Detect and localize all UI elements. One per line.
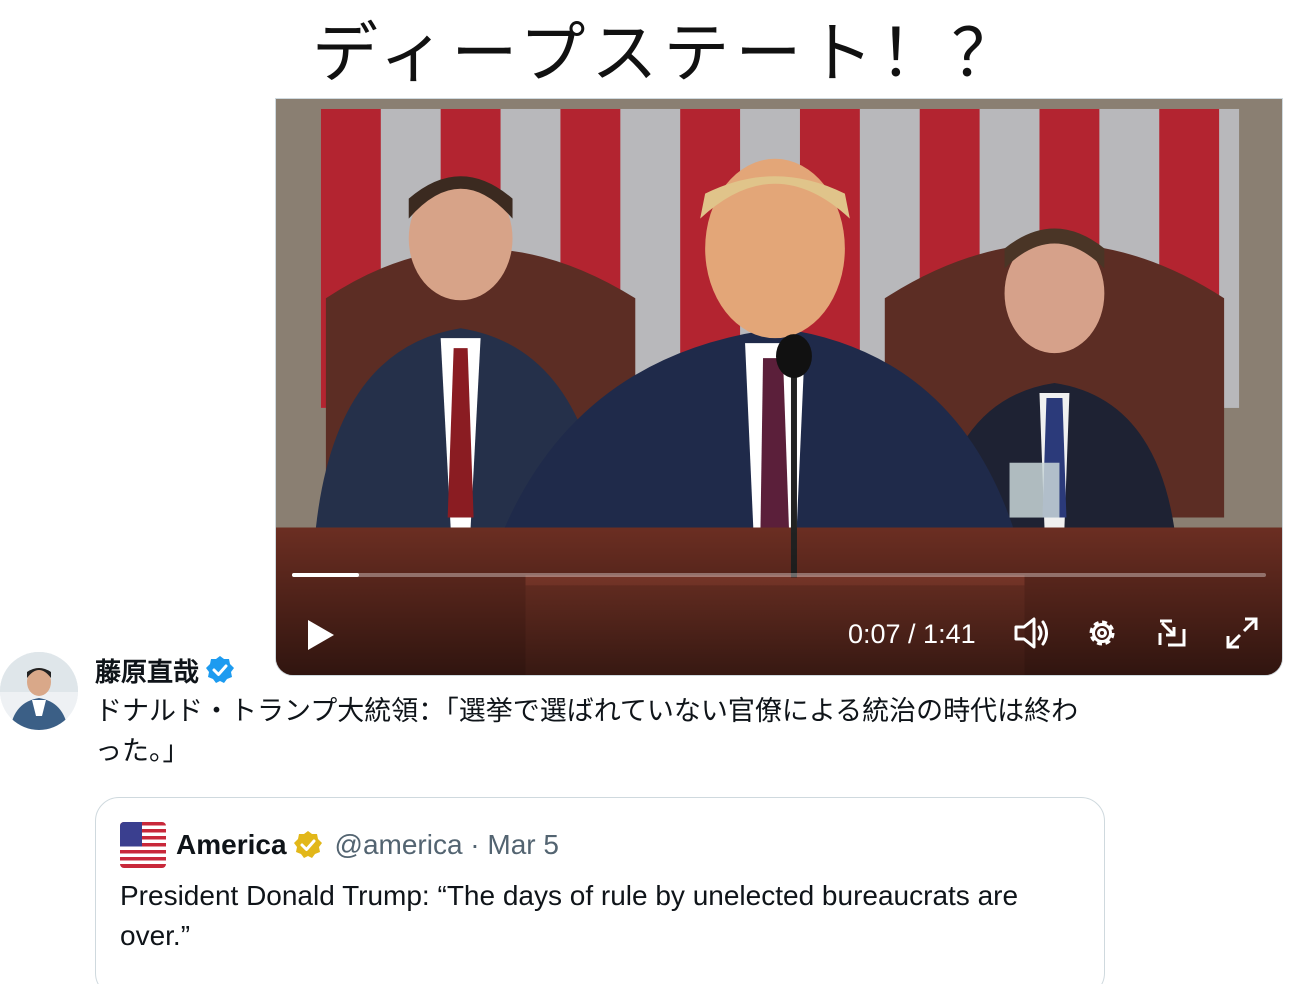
video-player[interactable]: 0:07 / 1:41 — [275, 98, 1283, 676]
settings-button[interactable] — [1080, 611, 1124, 655]
play-button[interactable] — [300, 615, 340, 655]
author-name[interactable]: 藤原直哉 — [95, 652, 199, 689]
quoted-tweet-text: President Donald Trump: “The days of rul… — [120, 880, 1019, 951]
gold-verified-badge-icon — [293, 831, 322, 858]
tweet-author: 藤原直哉 — [95, 652, 235, 688]
play-icon — [308, 620, 334, 650]
quoted-handle-date: @america · Mar 5 — [334, 829, 559, 860]
gear-icon — [1089, 620, 1115, 646]
headline: ディープステート！？ — [312, 15, 1024, 92]
avatar[interactable] — [0, 652, 78, 730]
volume-icon — [1014, 617, 1048, 649]
us-flag-icon — [120, 822, 166, 868]
america-avatar[interactable] — [120, 822, 166, 868]
tweet-text: ドナルド・トランプ大統領：「選挙で選ばれていない官僚による統治の時代は終わった。… — [95, 696, 1079, 767]
pip-icon — [1158, 619, 1186, 647]
quoted-tweet-header: America @america · Mar 5 — [120, 820, 559, 870]
pip-button[interactable] — [1150, 611, 1194, 655]
quoted-author-name[interactable]: America — [176, 829, 287, 861]
verified-badge-icon — [206, 656, 235, 683]
quoted-tweet[interactable]: America @america · Mar 5 President Donal… — [95, 797, 1105, 984]
volume-button[interactable] — [1010, 611, 1054, 655]
video-controls: 0:07 / 1:41 — [276, 589, 1282, 675]
avatar-image — [0, 652, 78, 730]
fullscreen-icon — [1226, 617, 1258, 649]
progress-fill — [292, 573, 360, 577]
fullscreen-button[interactable] — [1220, 611, 1264, 655]
progress-bar[interactable] — [292, 573, 1266, 577]
time-display: 0:07 / 1:41 — [848, 619, 976, 649]
